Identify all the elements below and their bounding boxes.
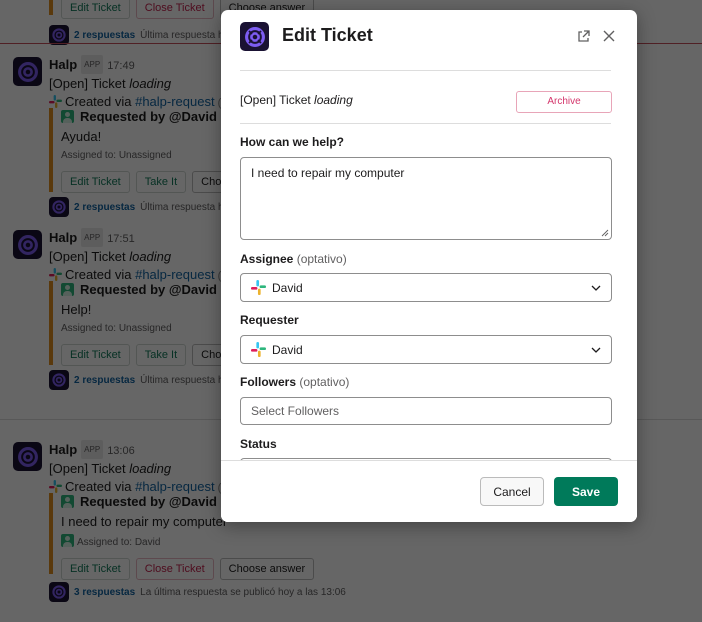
requester-value: David xyxy=(272,342,303,357)
optional-label: (optativo) xyxy=(296,252,347,266)
assignee-label-text: Assignee xyxy=(240,252,294,266)
save-button[interactable]: Save xyxy=(554,477,618,506)
requester-label: Requester xyxy=(240,313,299,327)
followers-label: Followers (optativo) xyxy=(240,375,349,389)
chevron-down-icon xyxy=(591,347,601,353)
modal-title: Edit Ticket xyxy=(282,25,373,45)
assignee-select[interactable]: David xyxy=(240,273,612,302)
help-textarea[interactable] xyxy=(240,157,612,240)
assignee-value: David xyxy=(272,280,303,295)
status-label: Status xyxy=(240,437,277,451)
divider xyxy=(240,123,611,124)
requester-select[interactable]: David xyxy=(240,335,612,364)
chevron-down-icon xyxy=(591,285,601,291)
cancel-button[interactable]: Cancel xyxy=(480,477,544,506)
optional-label: (optativo) xyxy=(299,375,350,389)
followers-label-text: Followers xyxy=(240,375,297,389)
modal-header: Edit Ticket xyxy=(221,10,637,65)
slack-icon xyxy=(251,280,266,295)
help-label: How can we help? xyxy=(240,135,345,149)
ticket-summary-text: [Open] Ticket xyxy=(240,93,315,107)
ticket-summary-italic: loading xyxy=(314,93,353,107)
edit-ticket-modal: Edit Ticket [Open] Ticket loading Archiv… xyxy=(221,10,637,522)
followers-input[interactable] xyxy=(240,397,612,425)
slack-icon xyxy=(251,342,266,357)
modal-body[interactable]: [Open] Ticket loading Archive How can we… xyxy=(221,65,637,460)
modal-footer: Cancel Save xyxy=(221,460,637,522)
ticket-summary: [Open] Ticket loading xyxy=(240,93,353,107)
halp-logo-icon xyxy=(240,22,269,51)
divider xyxy=(240,70,611,71)
assignee-label: Assignee (optativo) xyxy=(240,252,347,266)
external-link-icon[interactable] xyxy=(575,28,591,44)
close-icon[interactable] xyxy=(601,28,617,44)
archive-button[interactable]: Archive xyxy=(516,91,612,113)
